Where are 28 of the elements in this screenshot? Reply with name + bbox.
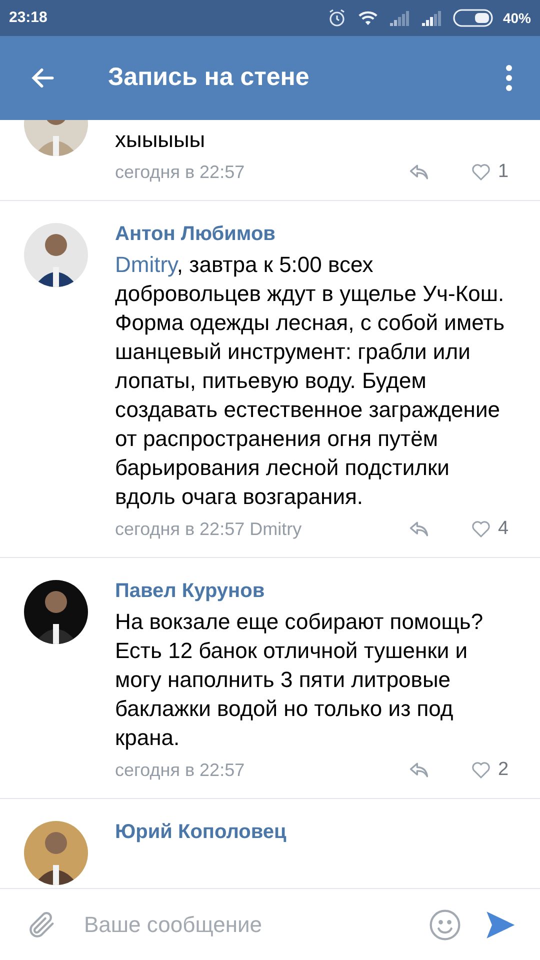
author-name[interactable]: Павел Курунов bbox=[115, 578, 265, 604]
like-count: 1 bbox=[498, 160, 509, 184]
battery-level: 40% bbox=[502, 8, 531, 28]
battery-icon bbox=[452, 9, 493, 27]
heart-icon[interactable] bbox=[470, 519, 492, 539]
heart-icon[interactable] bbox=[470, 162, 492, 182]
like-count: 2 bbox=[498, 758, 509, 782]
like-count: 4 bbox=[498, 516, 509, 541]
status-time: 23:18 bbox=[9, 8, 48, 28]
comment-time: сегодня в 22:57 bbox=[115, 518, 245, 541]
comment-time: сегодня в 22:57 bbox=[115, 160, 245, 184]
comment-text: Dmitry, завтра к 5:00 всех добровольцев ждут в ущелье Уч-Кош. Форма одежды лесная, с собой иметь шанцевый инструмент: грабли или лопаты, питьевую воду. Будем создавать естественное заграждение от распространения огня путём барьирования лесной подстилки вдоль очага возгарания. bbox=[115, 251, 506, 511]
screen-title: Запись на стене bbox=[108, 62, 310, 94]
signal-icon bbox=[388, 10, 411, 26]
comment-text: На вокзале еще собирают помощь? Есть 12 банок отличной тушенки и могу наполнить 3 пяти литровые баклажки водой но только из под крана. bbox=[115, 608, 484, 752]
comment-time: сегодня в 22:57 bbox=[115, 758, 245, 782]
signal-icon bbox=[420, 10, 443, 26]
send-icon[interactable] bbox=[484, 908, 516, 940]
alarm-icon bbox=[326, 8, 347, 28]
mention-link[interactable]: Dmitry bbox=[115, 252, 177, 277]
emoji-icon[interactable] bbox=[428, 908, 462, 942]
message-input[interactable]: Ваше сообщение bbox=[84, 908, 428, 941]
reply-to-link[interactable]: Dmitry bbox=[250, 516, 302, 542]
heart-icon[interactable] bbox=[470, 760, 492, 780]
wifi-icon bbox=[356, 10, 379, 26]
author-name[interactable]: Антон Любимов bbox=[115, 221, 276, 247]
comment-text: хыыыыы bbox=[115, 126, 206, 154]
author-name[interactable]: Юрий Кополовец bbox=[115, 819, 286, 845]
